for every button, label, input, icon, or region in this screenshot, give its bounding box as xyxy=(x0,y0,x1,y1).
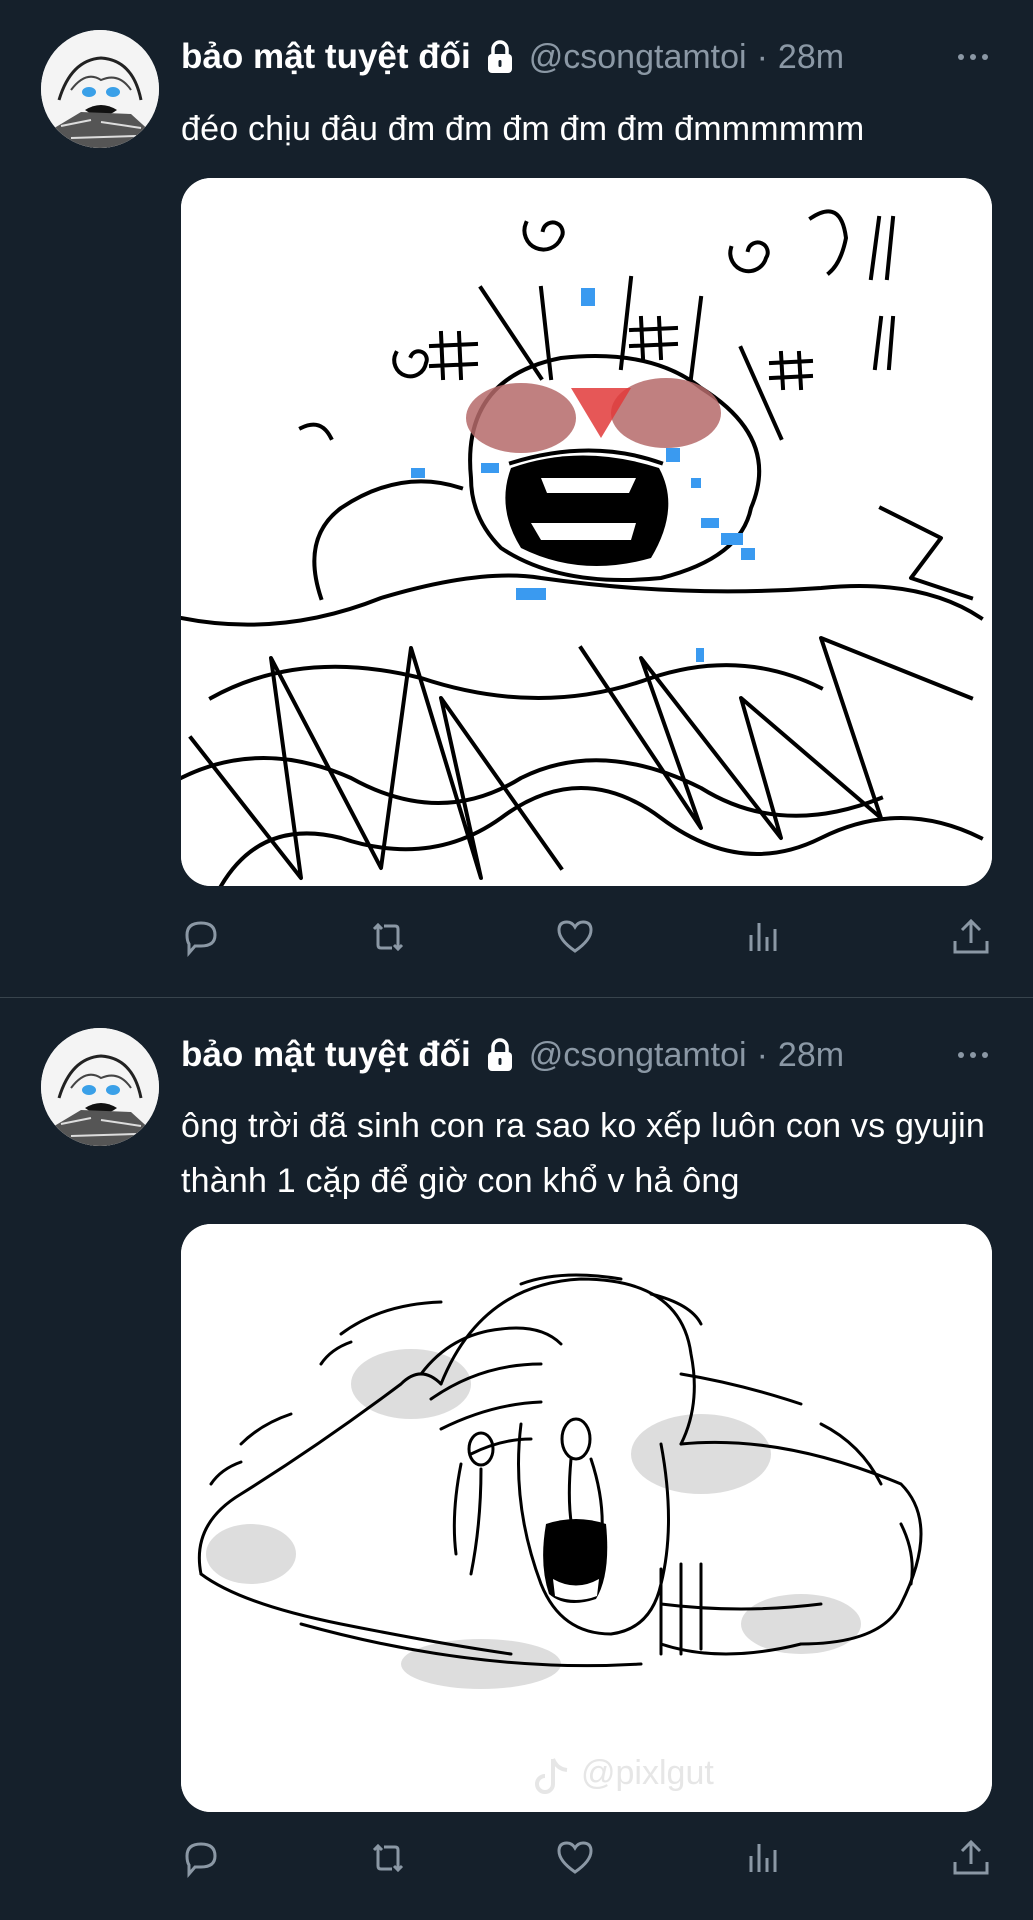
share-button[interactable] xyxy=(949,1836,993,1880)
tweet-media[interactable] xyxy=(181,178,992,886)
more-options-icon[interactable] xyxy=(953,42,993,72)
views-icon xyxy=(749,1844,777,1872)
share-button[interactable] xyxy=(949,915,993,959)
tweet-header: bảo mật tuyệt đối @csongtamtoi · 28m xyxy=(181,1030,1011,1080)
reply-icon xyxy=(185,1842,217,1879)
tweet[interactable]: bảo mật tuyệt đối @csongtamtoi · 28m ông… xyxy=(0,999,1033,1920)
handle[interactable]: @csongtamtoi xyxy=(529,1036,747,1075)
tweet[interactable]: bảo mật tuyệt đối @csongtamtoi · 28m đéo… xyxy=(0,0,1033,998)
retweet-icon xyxy=(372,922,404,952)
timestamp[interactable]: 28m xyxy=(778,38,844,77)
tweet-text: đéo chịu đâu đm đm đm đm đm đmmmmmm xyxy=(181,110,865,148)
retweet-button[interactable] xyxy=(366,1836,410,1880)
retweet-button[interactable] xyxy=(366,915,410,959)
share-icon xyxy=(953,918,989,954)
lock-icon xyxy=(487,40,512,73)
reply-button[interactable] xyxy=(179,915,223,959)
views-icon xyxy=(749,923,777,951)
media-watermark: @pixlgut xyxy=(581,1754,714,1792)
display-name[interactable]: bảo mật tuyệt đối xyxy=(181,1035,471,1075)
avatar[interactable] xyxy=(41,30,159,148)
views-button[interactable] xyxy=(741,915,785,959)
doodle-crying-head-in-hand-icon: @pixlgut xyxy=(181,1224,992,1812)
views-button[interactable] xyxy=(741,1836,785,1880)
tweet-actions xyxy=(181,1836,1001,1886)
tweet-divider xyxy=(0,997,1033,998)
tweet-text: ông trời đã sinh con ra sao ko xếp luôn … xyxy=(181,1107,986,1200)
like-icon xyxy=(557,920,593,953)
handle[interactable]: @csongtamtoi xyxy=(529,38,747,77)
retweet-icon xyxy=(372,1843,404,1873)
separator-dot: · xyxy=(756,37,768,76)
lock-icon xyxy=(487,1038,512,1071)
tweet-media[interactable]: @pixlgut xyxy=(181,1224,992,1812)
avatar[interactable] xyxy=(41,1028,159,1146)
timestamp[interactable]: 28m xyxy=(778,1036,844,1075)
tweet-header: bảo mật tuyệt đối @csongtamtoi · 28m xyxy=(181,32,1011,82)
crying-doodle-avatar-icon xyxy=(41,1028,159,1146)
separator-dot: · xyxy=(756,1035,768,1074)
like-icon xyxy=(557,1841,593,1874)
reply-button[interactable] xyxy=(179,1836,223,1880)
display-name[interactable]: bảo mật tuyệt đối xyxy=(181,37,471,77)
doodle-crying-scribble-icon xyxy=(181,178,992,886)
tweet-actions xyxy=(181,915,1001,965)
like-button[interactable] xyxy=(553,1836,597,1880)
more-options-icon[interactable] xyxy=(953,1040,993,1070)
like-button[interactable] xyxy=(553,915,597,959)
reply-icon xyxy=(185,921,217,958)
share-icon xyxy=(953,1839,989,1875)
crying-doodle-avatar-icon xyxy=(41,30,159,148)
